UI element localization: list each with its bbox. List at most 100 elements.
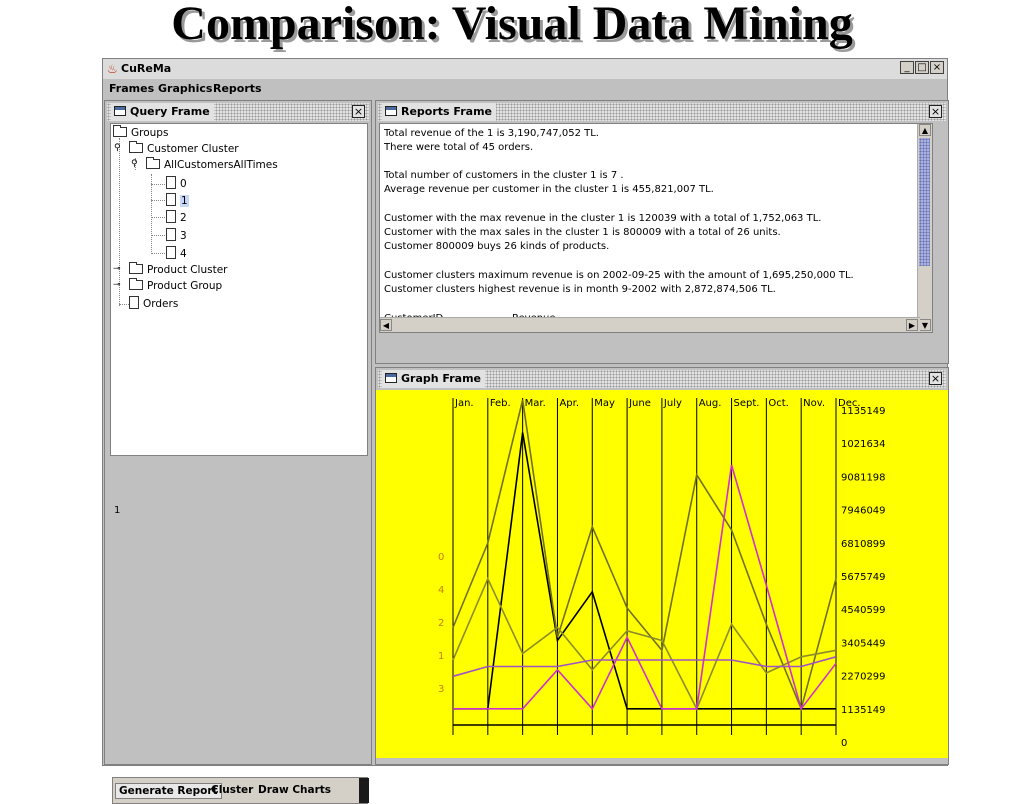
category-label: July [663,398,682,409]
category-label: Nov. [803,398,825,409]
tree-node-customer-cluster[interactable]: Customer Cluster [129,141,239,156]
query-tree: Groups ⚲ Customer Cluster ⚲ AllCustomers… [110,123,368,456]
document-icon [129,296,139,309]
category-label: Sept. [734,398,760,409]
tree-node-groups[interactable]: Groups [113,125,168,140]
parallel-line-chart: Jan. Feb. Mar. Apr. May June July Aug. Sept. Oct.… [438,398,886,749]
action-toolbar: Generate Report Cluster Draw Charts [112,777,369,804]
scroll-left-icon[interactable]: ◀ [380,319,392,331]
reports-frame-close-button[interactable]: × [929,105,942,118]
folder-icon [113,125,127,137]
minimize-button[interactable]: _ [900,61,914,74]
report-line: Total number of customers in the cluster… [384,170,624,181]
expand-handle-icon[interactable]: ⚲ [114,143,121,153]
tree-leaf-cluster-2[interactable]: 2 [166,210,187,225]
document-icon [166,246,176,259]
document-icon [166,210,176,223]
left-axis-label: 2 [438,618,444,629]
folder-icon [129,141,143,153]
query-frame: Query Frame × Groups ⚲ Customer Cluster … [104,100,372,804]
reports-frame-title: Reports Frame [401,105,493,118]
maximize-button[interactable]: □ [915,61,929,74]
draw-charts-button[interactable]: Draw Charts [255,783,334,797]
graph-frame-close-button[interactable]: × [929,372,942,385]
scroll-right-icon[interactable]: ▶ [906,319,918,331]
window-title: CuReMa [121,62,172,75]
frame-icon [385,106,397,116]
report-line: Customer clusters maximum revenue is on … [384,270,854,281]
graph-frame: Graph Frame × Jan. Feb. Mar. Apr. May June Jul… [375,367,949,765]
graph-area: Jan. Feb. Mar. Apr. May June July Aug. Sept. Oct.… [376,390,948,758]
graph-frame-titlebar[interactable]: Graph Frame × [378,370,946,388]
close-button[interactable]: × [930,61,944,74]
menu-frames[interactable]: Frames [109,82,154,95]
reports-frame-titlebar[interactable]: Reports Frame × [378,103,946,121]
expand-handle-icon[interactable]: ⚲ [131,159,138,169]
series-line [452,399,837,712]
left-axis-label: 0 [438,552,444,563]
frame-icon [114,106,126,116]
menu-reports[interactable]: Reports [213,82,262,95]
right-axis-tick-label: 1135149 [841,705,886,716]
category-label: Jan. [454,398,474,409]
category-label: June [628,398,651,409]
series-line [452,576,837,711]
report-line: Average revenue per customer in the clus… [384,184,714,195]
report-line: Total revenue of the 1 is 3,190,747,052 … [384,128,599,139]
left-axis-label: 4 [438,585,444,596]
left-axis-label: 1 [438,651,444,662]
report-horizontal-scrollbar[interactable]: ◀ ▶ [380,317,920,332]
window-titlebar: ♨ CuReMa _ □ × [103,59,947,79]
collapsed-handle-icon[interactable]: ⊸ [113,280,121,290]
report-text-area[interactable]: Total revenue of the 1 is 3,190,747,052 … [379,123,933,333]
category-label: Apr. [559,398,579,409]
report-line: Customer 800009 buys 26 kinds of product… [384,241,610,252]
menu-graphics[interactable]: Graphics [158,82,212,95]
tree-leaf-cluster-0[interactable]: 0 [166,176,187,191]
tree-leaf-orders[interactable]: Orders [129,296,178,311]
folder-icon [146,157,160,169]
tree-node-product-group[interactable]: Product Group [129,278,222,293]
tree-node-all-customers[interactable]: AllCustomersAllTimes [146,157,278,172]
generate-report-button[interactable]: Generate Report [115,783,222,799]
scroll-up-icon[interactable]: ▲ [919,124,931,136]
slide-title: Comparison: Visual Data Mining [171,0,853,50]
right-axis-tick-label: 1021634 [841,439,886,450]
tree-node-product-cluster[interactable]: Product Cluster [129,262,227,277]
report-line: Customer with the max sales in the clust… [384,227,781,238]
scroll-down-icon[interactable]: ▼ [919,319,931,331]
right-axis-tick-label: 6810899 [841,539,886,550]
document-icon [166,193,176,206]
query-frame-close-button[interactable]: × [352,105,365,118]
right-axis-tick-label: 4540599 [841,605,886,616]
right-axis-tick-label: 9081198 [841,472,886,483]
category-label: May [594,398,615,409]
right-axis-tick-label: 1135149 [841,406,886,417]
reports-frame: Reports Frame × Total revenue of the 1 i… [375,100,949,364]
frame-icon [385,373,397,383]
report-line: Customer with the max revenue in the clu… [384,213,822,224]
series-line [453,464,837,711]
right-axis-tick-label: 2270299 [841,672,886,683]
document-icon [166,228,176,241]
report-line: Customer clusters highest revenue is in … [384,284,776,295]
folder-icon [129,278,143,290]
app-window: ♨ CuReMa _ □ × Frames Graphics Reports Q… [102,58,949,804]
cluster-button[interactable]: Cluster [208,783,256,797]
category-label: Aug. [699,398,722,409]
right-axis-tick-label: 7946049 [841,506,886,517]
tree-leaf-cluster-4[interactable]: 4 [166,246,187,261]
query-frame-titlebar[interactable]: Query Frame × [107,103,369,121]
report-vertical-scrollbar[interactable]: ▲ ▼ [917,124,932,332]
collapsed-handle-icon[interactable]: ⊸ [113,264,121,274]
right-axis-tick-label: 5675749 [841,572,886,583]
selected-value: 1 [114,505,121,516]
tree-leaf-cluster-1[interactable]: 1 [166,193,189,208]
report-line: There were total of 45 orders. [384,142,534,153]
tree-leaf-cluster-3[interactable]: 3 [166,228,187,243]
category-label: Mar. [525,398,546,409]
left-axis-label: 3 [438,684,444,695]
folder-icon [129,262,143,274]
right-axis-tick-label: 0 [841,738,847,749]
scroll-thumb[interactable] [919,138,930,266]
